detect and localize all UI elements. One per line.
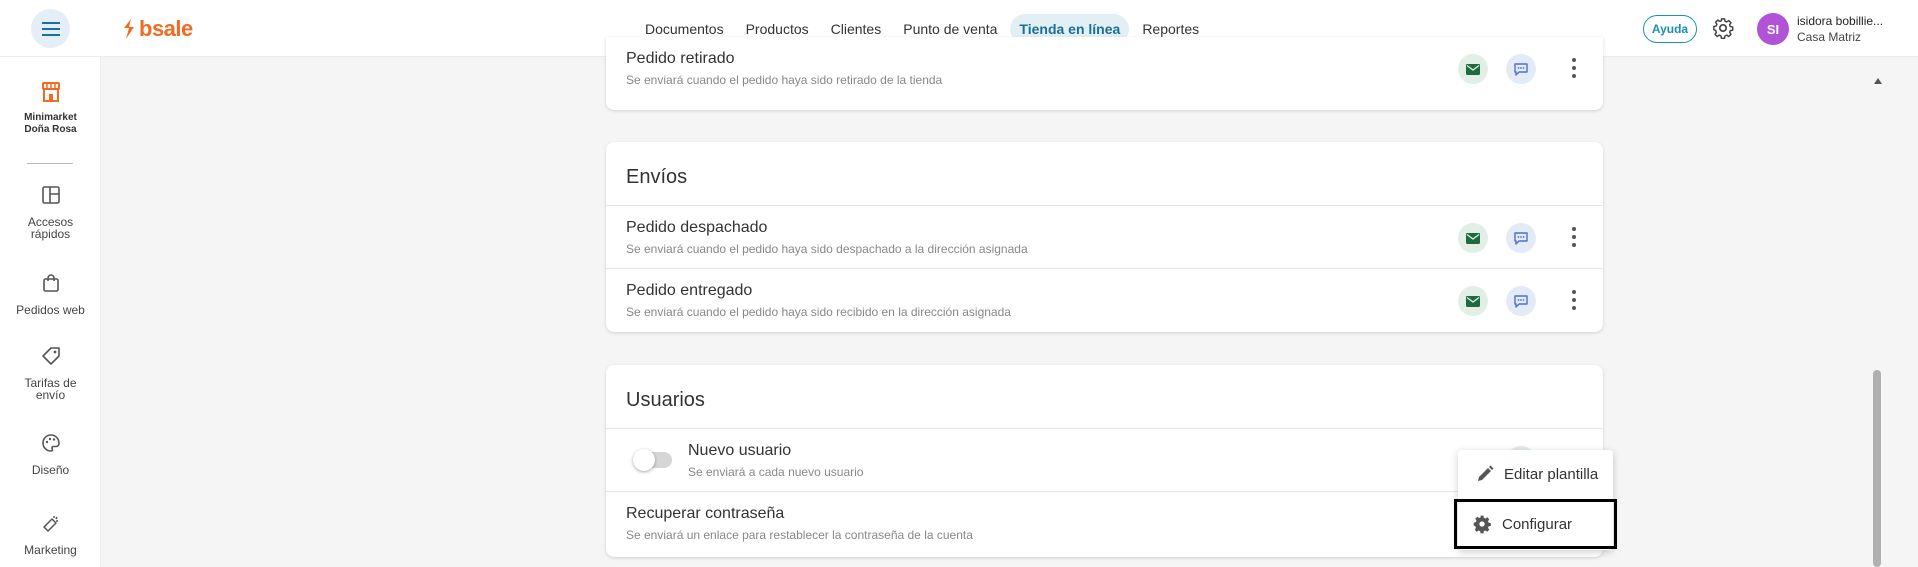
notification-row: Pedido retirado Se enviará cuando el ped… <box>606 37 1603 100</box>
sidebar-label: Pedidos web <box>16 303 85 317</box>
settings-button[interactable] <box>1712 17 1734 44</box>
hamburger-menu-button[interactable] <box>31 9 70 48</box>
more-vertical-icon <box>1572 227 1576 231</box>
bsale-logo[interactable]: bsale <box>122 16 193 42</box>
notification-card-pickup: Pedido retirado Se enviará cuando el ped… <box>606 37 1603 110</box>
megaphone-icon <box>42 516 58 532</box>
chat-template-button[interactable] <box>1506 54 1536 84</box>
chat-icon <box>1514 294 1528 308</box>
store-name-line-2: Doña Rosa <box>24 124 77 135</box>
row-title: Pedido retirado <box>626 50 735 67</box>
chat-icon <box>1514 231 1528 245</box>
gear-icon <box>1713 18 1734 39</box>
row-title: Recuperar contraseña <box>626 505 785 522</box>
row-desc: Se enviará cuando el pedido haya sido de… <box>626 242 1028 256</box>
email-template-button[interactable] <box>1458 54 1488 84</box>
hamburger-icon <box>41 21 60 36</box>
user-branch: Casa Matriz <box>1797 30 1862 44</box>
envios-card: Envíos Pedido despachado Se enviará cuan… <box>606 142 1603 332</box>
row-title: Nuevo usuario <box>688 442 792 459</box>
mail-icon <box>1466 63 1480 75</box>
bsale-logo-icon <box>124 19 134 39</box>
scroll-up-arrow-icon[interactable] <box>1874 78 1882 84</box>
edit-template-label: Editar plantilla <box>1504 465 1599 483</box>
main-content: Pedido retirado Se enviará cuando el ped… <box>101 37 1918 567</box>
more-vertical-icon-dot <box>1572 298 1576 302</box>
more-options-button[interactable] <box>1571 227 1577 247</box>
row-context-menu: Editar plantilla Configurar <box>1454 450 1617 550</box>
more-vertical-icon-dot <box>1572 74 1576 78</box>
more-vertical-icon <box>1572 290 1576 294</box>
logo-text: bsale <box>139 16 193 41</box>
mail-icon <box>1466 232 1480 244</box>
sidebar-label: rápidos <box>30 227 71 241</box>
pencil-icon <box>1478 465 1494 481</box>
email-template-button[interactable] <box>1458 223 1488 253</box>
help-button[interactable]: Ayuda <box>1643 15 1697 43</box>
sidebar-item-diseno[interactable]: Diseño <box>0 433 101 476</box>
sidebar-item-marketing[interactable]: Marketing <box>0 513 101 556</box>
toggle-knob <box>633 449 655 471</box>
store-name-line-1: Minimarket <box>24 112 77 123</box>
configure-label: Configurar <box>1502 515 1573 533</box>
more-vertical-icon-dot <box>1572 235 1576 239</box>
section-title-usuarios: Usuarios <box>606 365 1603 429</box>
sidebar-label: envío <box>35 388 66 402</box>
notification-row-nuevo-usuario: Nuevo usuario Se enviará a cada nuevo us… <box>606 429 1603 492</box>
notification-row-pedido-entregado: Pedido entregado Se enviará cuando el pe… <box>606 269 1603 332</box>
row-title: Pedido despachado <box>626 219 768 236</box>
shopping-bag-icon <box>42 274 59 292</box>
layout-icon <box>41 186 60 204</box>
chat-icon <box>1514 62 1528 76</box>
more-vertical-icon <box>1572 58 1576 62</box>
email-template-button[interactable] <box>1458 286 1488 316</box>
row-desc: Se enviará cuando el pedido haya sido re… <box>626 305 1011 319</box>
store-selector[interactable]: Minimarket Doña Rosa <box>0 81 101 136</box>
sidebar-label: Marketing <box>24 543 77 557</box>
sidebar-item-accesos-rapidos[interactable]: Accesos rápidos <box>0 185 101 240</box>
row-desc: Se enviará un enlace para restablecer la… <box>626 528 973 542</box>
gear-icon <box>1473 515 1491 534</box>
palette-icon <box>41 434 60 452</box>
more-options-button[interactable] <box>1571 58 1577 78</box>
sidebar: Minimarket Doña Rosa Accesos rápidos Ped… <box>0 57 101 567</box>
scrollbar-thumb[interactable] <box>1873 370 1881 567</box>
store-icon <box>41 82 60 102</box>
more-options-button[interactable] <box>1571 290 1577 310</box>
nuevo-usuario-toggle[interactable] <box>633 449 672 471</box>
more-vertical-icon-dot <box>1572 306 1576 310</box>
row-desc: Se enviará cuando el pedido haya sido re… <box>626 73 943 87</box>
row-desc: Se enviará a cada nuevo usuario <box>688 465 864 479</box>
more-vertical-icon-dot <box>1572 243 1576 247</box>
notification-row-pedido-despachado: Pedido despachado Se enviará cuando el p… <box>606 206 1603 269</box>
user-name[interactable]: isidora bobillie... <box>1797 14 1912 28</box>
tag-icon <box>41 347 60 365</box>
sidebar-item-pedidos-web[interactable]: Pedidos web <box>0 273 101 316</box>
row-title: Pedido entregado <box>626 282 753 299</box>
mail-icon <box>1466 295 1480 307</box>
configure-menu-item[interactable]: Configurar <box>1454 499 1617 549</box>
sidebar-label: Diseño <box>31 463 70 477</box>
chat-template-button[interactable] <box>1506 286 1536 316</box>
user-avatar[interactable]: SI <box>1757 13 1789 45</box>
sidebar-divider <box>27 163 73 164</box>
more-vertical-icon-dot <box>1572 66 1576 70</box>
chat-template-button[interactable] <box>1506 223 1536 253</box>
edit-template-menu-item[interactable]: Editar plantilla <box>1458 454 1613 494</box>
section-title-envios: Envíos <box>606 142 1603 206</box>
sidebar-item-tarifas-de-envio[interactable]: Tarifas de envío <box>0 346 101 401</box>
